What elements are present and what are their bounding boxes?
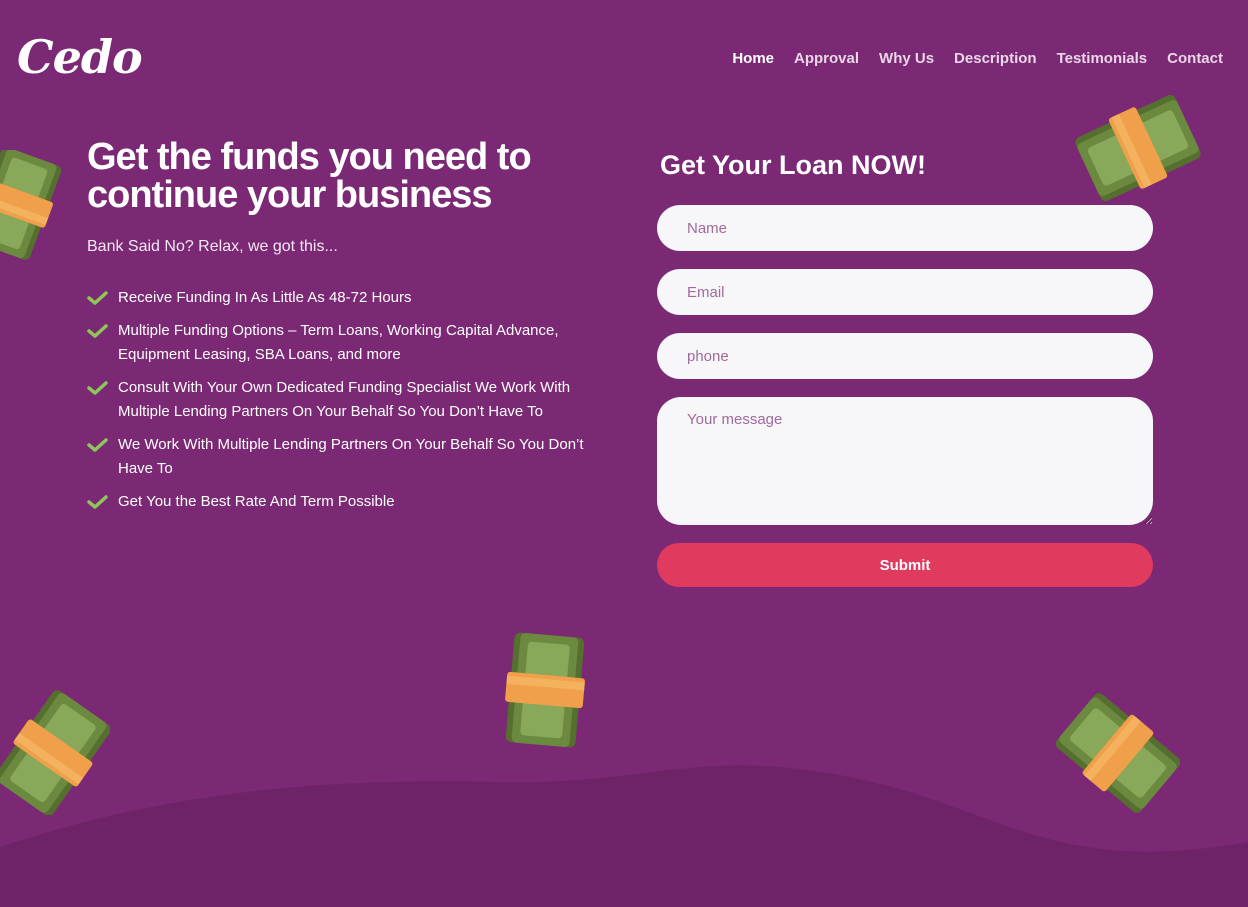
nav-item-why-us[interactable]: Why Us [879,50,934,67]
check-icon [87,433,109,452]
feature-item: Multiple Funding Options – Term Loans, W… [87,319,587,367]
check-icon [87,286,109,305]
submit-button[interactable]: Submit [657,543,1153,587]
main-nav: Home Approval Why Us Description Testimo… [732,50,1223,67]
feature-item: Get You the Best Rate And Term Possible [87,490,587,514]
loan-form: Get Your Loan NOW! Submit [657,150,1153,587]
check-icon [87,376,109,395]
name-input[interactable] [657,205,1153,251]
nav-item-home[interactable]: Home [732,50,774,67]
nav-item-approval[interactable]: Approval [794,50,859,67]
feature-item: We Work With Multiple Lending Partners O… [87,433,587,481]
email-input[interactable] [657,269,1153,315]
money-stack-icon [0,144,70,263]
hero-section: Get the funds you need to continue your … [87,138,587,523]
hero-subtitle: Bank Said No? Relax, we got this... [87,238,338,255]
feature-text: Receive Funding In As Little As 48-72 Ho… [118,289,412,306]
feature-item: Receive Funding In As Little As 48-72 Ho… [87,286,587,310]
check-icon [87,319,109,338]
check-icon [87,490,109,509]
money-stack-icon [490,605,600,775]
feature-text: Get You the Best Rate And Term Possible [118,493,395,510]
feature-list: Receive Funding In As Little As 48-72 Ho… [87,286,587,514]
feature-text: Multiple Funding Options – Term Loans, W… [118,322,559,363]
nav-item-contact[interactable]: Contact [1167,50,1223,67]
brand-logo[interactable]: Cedo [17,30,143,84]
hero-title: Get the funds you need to continue your … [87,136,532,216]
feature-text: We Work With Multiple Lending Partners O… [118,436,584,477]
nav-item-description[interactable]: Description [954,50,1037,67]
form-title: Get Your Loan NOW! [660,150,926,180]
feature-item: Consult With Your Own Dedicated Funding … [87,376,587,424]
money-stack-icon [0,685,117,821]
feature-text: Consult With Your Own Dedicated Funding … [118,379,571,420]
nav-item-testimonials[interactable]: Testimonials [1057,50,1148,67]
phone-input[interactable] [657,333,1153,379]
money-stack-icon [1050,687,1186,819]
message-textarea[interactable] [657,397,1153,525]
